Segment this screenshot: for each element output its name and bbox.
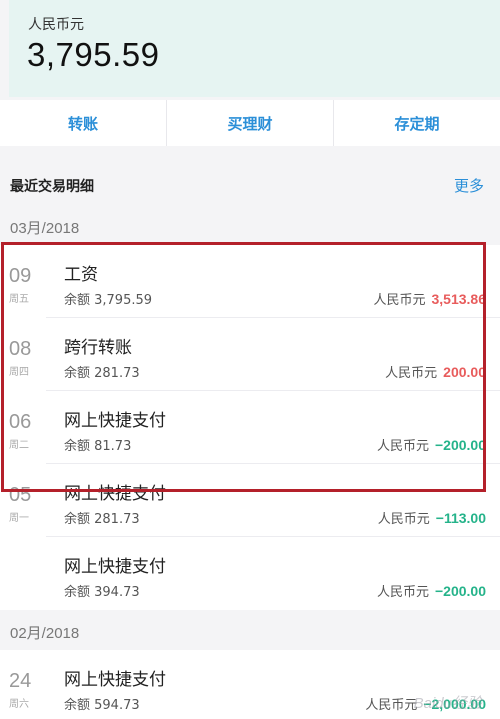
transaction-body: 网上快捷支付 余额 281.73 人民币元 −113.00: [46, 464, 500, 537]
transaction-name: 网上快捷支付: [64, 411, 166, 431]
transaction-currency: 人民币元: [373, 293, 426, 308]
transaction-body: 网上快捷支付 余额 81.73 人民币元 −200.00: [46, 391, 500, 464]
transaction-list-march: 09 周五 工资 余额 3,795.59 人民币元 3,513.86 08 周四 …: [0, 245, 500, 610]
transaction-balance: 余额 81.73: [64, 439, 132, 454]
transaction-date: 09 周五: [9, 265, 43, 305]
transaction-name: 网上快捷支付: [64, 670, 166, 690]
transaction-row[interactable]: 网上快捷支付 余额 394.73 人民币元 −200.00: [0, 537, 500, 610]
transaction-amount: 人民币元 −200.00: [377, 435, 486, 454]
account-detail-screen: 人民币元 3,795.59 转账 买理财 存定期 最近交易明细 更多 03月/2…: [0, 0, 500, 719]
month-label: 02月/2018: [10, 625, 80, 642]
transaction-amount-value: −113.00: [435, 510, 486, 526]
transaction-row[interactable]: 09 周五 工资 余额 3,795.59 人民币元 3,513.86: [0, 245, 500, 318]
transaction-weekday: 周一: [9, 513, 29, 524]
action-bar: 转账 买理财 存定期: [0, 100, 500, 146]
transaction-name: 跨行转账: [64, 338, 132, 358]
transaction-balance: 余额 394.73: [64, 585, 140, 600]
transaction-day: 09: [9, 265, 32, 287]
transaction-name: 工资: [64, 265, 98, 285]
transaction-date: 06 周二: [9, 411, 43, 451]
transaction-date: 08 周四: [9, 338, 43, 378]
transaction-day: 06: [9, 411, 32, 433]
transaction-row[interactable]: 05 周一 网上快捷支付 余额 281.73 人民币元 −113.00: [0, 464, 500, 537]
transaction-body: 跨行转账 余额 281.73 人民币元 200.00: [46, 318, 500, 391]
transaction-amount: 人民币元 200.00: [385, 362, 486, 381]
transaction-amount: 人民币元 3,513.86: [373, 289, 486, 308]
transaction-amount: 人民币元 −200.00: [377, 581, 486, 600]
transaction-name: 网上快捷支付: [64, 557, 166, 577]
transaction-day: 08: [9, 338, 32, 360]
transaction-day: 05: [9, 484, 32, 506]
transaction-weekday: 周四: [9, 367, 29, 378]
balance-amount: 3,795.59: [27, 36, 160, 73]
transaction-row[interactable]: 06 周二 网上快捷支付 余额 81.73 人民币元 −200.00: [0, 391, 500, 464]
watermark: Baidu经验: [413, 695, 482, 712]
transaction-amount-value: −200.00: [435, 437, 486, 453]
transaction-balance: 余额 281.73: [64, 512, 140, 527]
transaction-currency: 人民币元: [385, 366, 438, 381]
transaction-body: 工资 余额 3,795.59 人民币元 3,513.86: [46, 245, 500, 318]
fixed-deposit-button[interactable]: 存定期: [334, 100, 500, 146]
transaction-amount-value: 200.00: [443, 364, 486, 380]
transaction-weekday: 周六: [9, 699, 29, 710]
recent-transactions-title: 最近交易明细: [10, 179, 94, 195]
transaction-currency: 人民币元: [376, 439, 429, 454]
transaction-name: 网上快捷支付: [64, 484, 166, 504]
transaction-weekday: 周五: [9, 294, 29, 305]
transaction-amount-value: −200.00: [435, 583, 486, 599]
transaction-amount-value: 3,513.86: [431, 291, 487, 307]
transaction-currency: 人民币元: [377, 512, 430, 527]
currency-label: 人民币元: [28, 17, 84, 33]
transaction-body: 网上快捷支付 余额 394.73 人民币元 −200.00: [46, 537, 500, 610]
transaction-day: 24: [9, 670, 32, 692]
balance-card: 人民币元 3,795.59: [9, 0, 500, 97]
transaction-date: [9, 557, 43, 559]
transaction-amount: 人民币元 −113.00: [378, 508, 486, 527]
transaction-balance: 余额 3,795.59: [64, 293, 153, 308]
transaction-weekday: 周二: [9, 440, 29, 451]
transfer-button[interactable]: 转账: [0, 100, 167, 146]
more-link[interactable]: 更多: [454, 175, 484, 196]
transaction-row[interactable]: 08 周四 跨行转账 余额 281.73 人民币元 200.00: [0, 318, 500, 391]
transaction-date: 05 周一: [9, 484, 43, 524]
month-label: 03月/2018: [10, 220, 80, 237]
buy-wealth-product-button[interactable]: 买理财: [167, 100, 334, 146]
transaction-date: 24 周六: [9, 670, 43, 710]
transaction-balance: 余额 594.73: [64, 698, 140, 713]
transaction-currency: 人民币元: [365, 698, 418, 713]
transaction-balance: 余额 281.73: [64, 366, 140, 381]
transaction-currency: 人民币元: [376, 585, 429, 600]
recent-transactions-header: 最近交易明细 更多: [0, 160, 500, 208]
